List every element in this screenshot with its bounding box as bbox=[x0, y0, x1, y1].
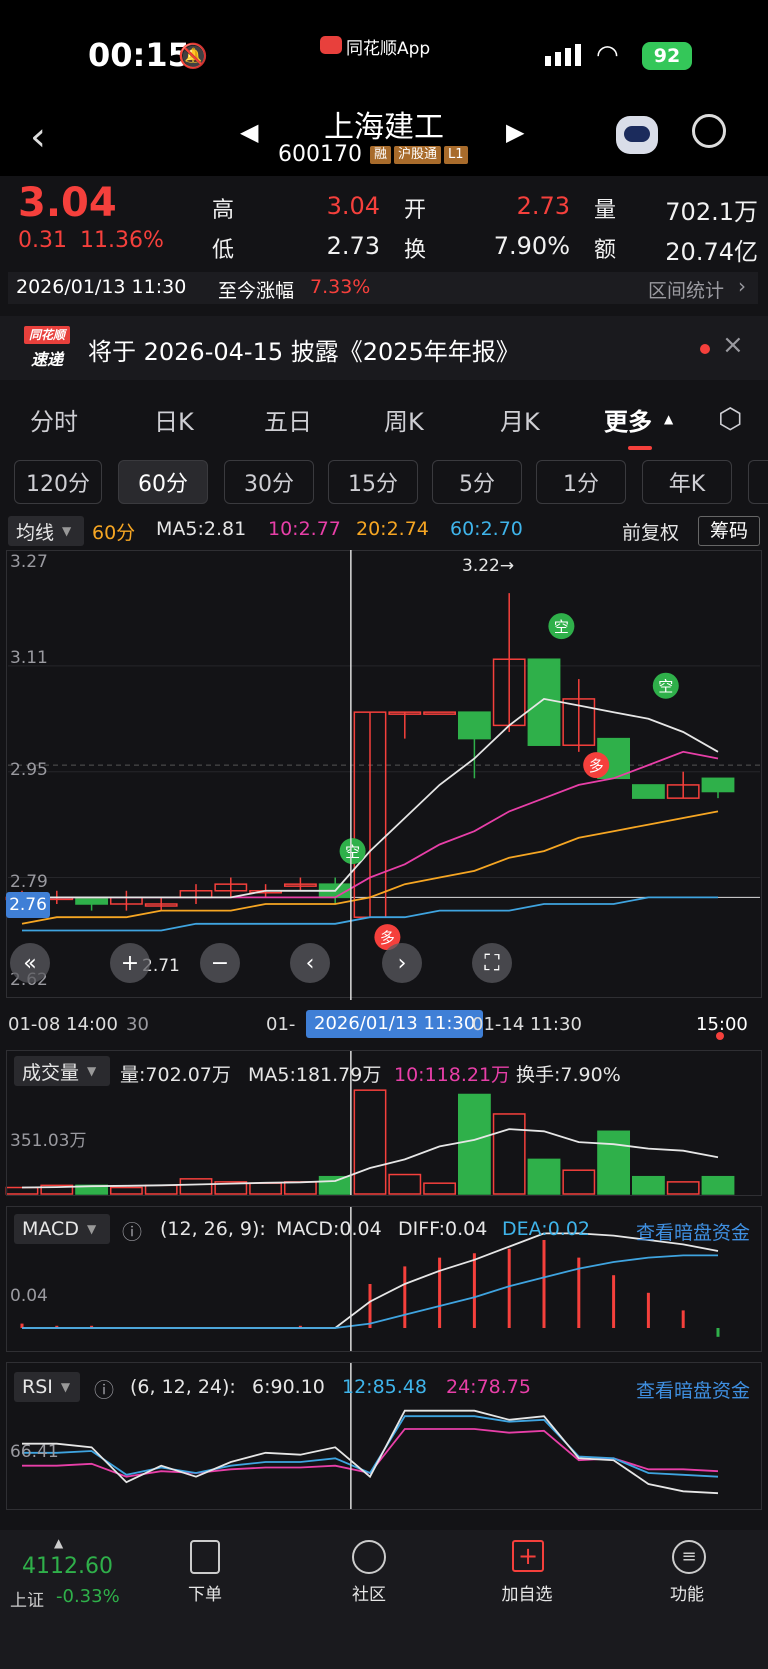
macd-type: MACD bbox=[22, 1218, 79, 1240]
signal-label: 空 bbox=[345, 843, 360, 861]
max-price-note: 3.22→ bbox=[462, 556, 515, 576]
candle-body bbox=[75, 896, 109, 905]
rsi-12: 12:85.48 bbox=[342, 1376, 427, 1398]
y-label-2: 3.11 bbox=[10, 648, 48, 668]
volume-y-label: 351.03万 bbox=[10, 1131, 87, 1151]
macd-y-label: 0.04 bbox=[10, 1286, 48, 1306]
macd-dropdown[interactable]: MACD ▼ bbox=[14, 1214, 110, 1244]
zoom-out-icon[interactable]: − bbox=[200, 943, 240, 983]
rsi-dropdown[interactable]: RSI ▼ bbox=[14, 1372, 80, 1402]
y-label-4: 2.79 bbox=[10, 872, 48, 892]
nav-functions[interactable]: 功能 bbox=[642, 1580, 732, 1605]
current-price-tag: 2.76 bbox=[6, 892, 50, 918]
rsi-type: RSI bbox=[22, 1376, 53, 1398]
nav-order[interactable]: 下单 bbox=[160, 1580, 250, 1605]
volume-dropdown[interactable]: 成交量 ▼ bbox=[14, 1056, 110, 1086]
rsi-6: 6:90.10 bbox=[252, 1376, 325, 1398]
y-label-top: 3.27 bbox=[10, 552, 48, 572]
index-arrow-icon: ▲ bbox=[54, 1536, 64, 1550]
add-watchlist-icon: + bbox=[512, 1540, 544, 1572]
nav-community[interactable]: 社区 bbox=[324, 1580, 414, 1605]
volume-ma10: 10:118.21万 bbox=[394, 1064, 511, 1086]
candle-body bbox=[701, 777, 735, 793]
candle-body bbox=[631, 784, 665, 799]
x-label-1: 01-08 14:00 bbox=[8, 1014, 118, 1035]
page: { "status": {"time": "00:15", "source_ap… bbox=[0, 0, 768, 1669]
scroll-right-icon[interactable]: › bbox=[382, 943, 422, 983]
volume-ma5: MA5:181.79万 bbox=[248, 1064, 382, 1086]
fullscreen-icon[interactable]: ⛶ bbox=[472, 943, 512, 983]
dropdown-caret-icon: ▼ bbox=[60, 1380, 71, 1394]
dropdown-caret-icon: ▼ bbox=[87, 1064, 97, 1078]
macd-value: MACD:0.04 bbox=[276, 1218, 382, 1240]
dropdown-caret-icon: ▼ bbox=[86, 1222, 97, 1236]
macd-params: (12, 26, 9): bbox=[160, 1218, 266, 1240]
x-label-4: 01-14 11:30 bbox=[472, 1014, 582, 1035]
rsi-24: 24:78.75 bbox=[446, 1376, 531, 1398]
help-icon[interactable]: ⓘ bbox=[94, 1374, 114, 1403]
candle-body bbox=[527, 658, 561, 746]
dark-pool-link[interactable]: 查看暗盘资金 bbox=[636, 1376, 750, 1403]
macd-dea: DEA:0.02 bbox=[502, 1218, 591, 1240]
order-icon bbox=[190, 1540, 220, 1574]
volume-turnover: 换手:7.90% bbox=[516, 1064, 621, 1086]
menu-icon: ≡ bbox=[672, 1540, 706, 1574]
candle-body bbox=[457, 711, 491, 740]
macd-diff: DIFF:0.04 bbox=[398, 1218, 488, 1240]
zoom-in-icon[interactable]: + bbox=[110, 943, 150, 983]
rewind-icon[interactable]: « bbox=[10, 943, 50, 983]
rsi-params: (6, 12, 24): bbox=[130, 1376, 236, 1398]
x-label-3: 01- bbox=[266, 1014, 296, 1035]
dark-pool-link[interactable]: 查看暗盘资金 bbox=[636, 1218, 750, 1245]
live-dot bbox=[716, 1032, 724, 1040]
help-icon[interactable]: ⓘ bbox=[122, 1216, 142, 1245]
index-name: 上证 bbox=[10, 1591, 44, 1611]
volume-value: 量:702.07万 bbox=[120, 1064, 231, 1086]
volume-type: 成交量 bbox=[22, 1061, 80, 1084]
index-value[interactable]: 4112.60 bbox=[22, 1554, 113, 1579]
community-icon bbox=[352, 1540, 386, 1574]
cursor-date-tag: 2026/01/13 11:30 bbox=[306, 1010, 484, 1038]
rsi-y-label: 66.41 bbox=[10, 1442, 59, 1462]
signal-label: 空 bbox=[554, 618, 569, 636]
scroll-left-icon[interactable]: ‹ bbox=[290, 943, 330, 983]
signal-label: 空 bbox=[658, 678, 673, 696]
signal-label: 多 bbox=[589, 757, 604, 775]
nav-add-watchlist[interactable]: 加自选 bbox=[482, 1580, 572, 1605]
candle-body bbox=[423, 711, 457, 715]
index-change: -0.33% bbox=[56, 1586, 120, 1607]
x-label-2: 30 bbox=[126, 1014, 149, 1035]
y-label-3: 2.95 bbox=[10, 760, 48, 780]
